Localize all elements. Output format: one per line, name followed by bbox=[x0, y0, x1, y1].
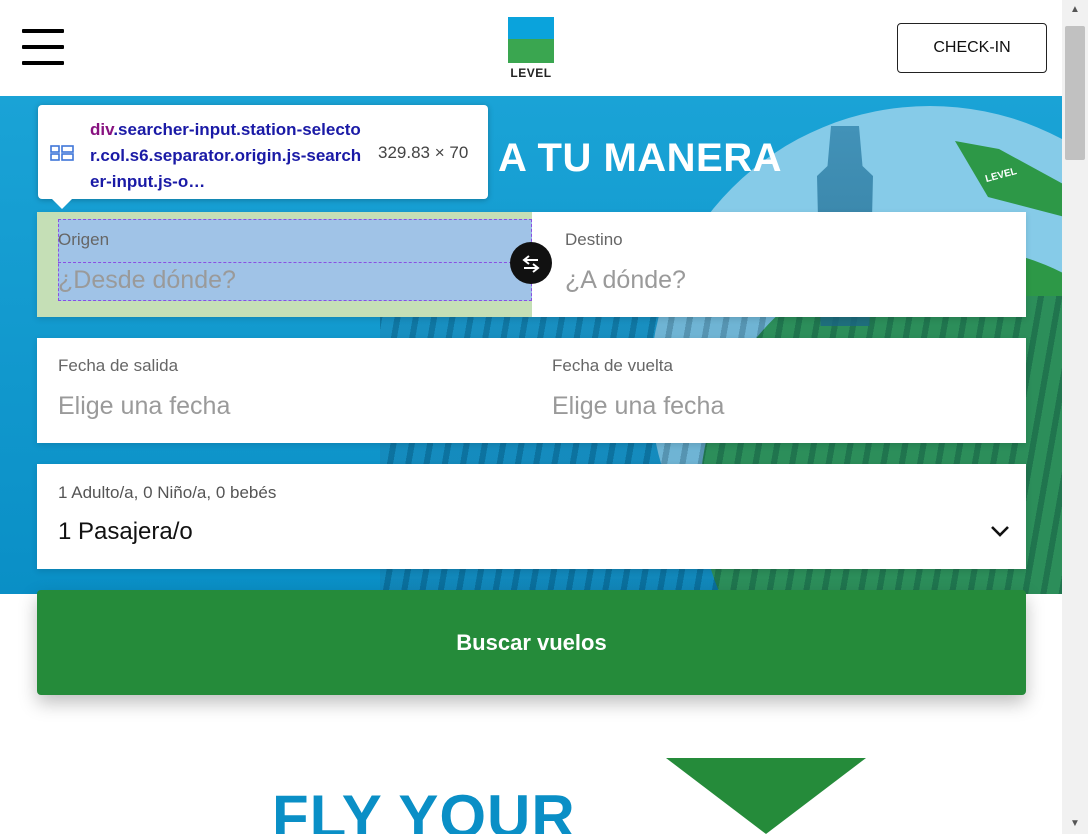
level-logo[interactable]: LEVEL bbox=[508, 17, 554, 80]
departure-date-input[interactable]: Elige una fecha bbox=[58, 392, 230, 421]
hero-title: A TU MANERA bbox=[498, 136, 782, 180]
chevron-down-icon[interactable] bbox=[989, 524, 1011, 538]
return-date-input[interactable]: Elige una fecha bbox=[552, 392, 724, 421]
promo-triangle-decoration bbox=[666, 758, 866, 834]
inspector-selector: div.searcher-input.station-selector.col.… bbox=[90, 117, 368, 195]
scroll-up-arrow-icon[interactable]: ▲ bbox=[1070, 4, 1080, 15]
origin-label: Origen bbox=[58, 230, 110, 249]
inspector-guide-line bbox=[58, 262, 532, 263]
swap-stations-button[interactable] bbox=[510, 242, 552, 284]
origin-input[interactable]: ¿Desde dónde? bbox=[58, 266, 236, 295]
scroll-down-arrow-icon[interactable]: ▼ bbox=[1070, 818, 1080, 829]
scrollbar-thumb[interactable] bbox=[1065, 26, 1085, 160]
inspector-classes: .searcher-input.station-selector.col.s6.… bbox=[90, 120, 362, 191]
page-scrollbar[interactable]: ▲ ▼ bbox=[1062, 0, 1088, 834]
checkin-button[interactable]: CHECK-IN bbox=[897, 23, 1047, 73]
hamburger-menu-icon[interactable] bbox=[22, 29, 64, 65]
inspector-size: 329.83 × 70 bbox=[378, 143, 469, 162]
swap-arrows-icon bbox=[522, 255, 540, 273]
promo-title: FLY YOUR bbox=[272, 783, 576, 834]
logo-text: LEVEL bbox=[510, 66, 552, 80]
grid-layout-icon bbox=[50, 145, 74, 161]
departure-label: Fecha de salida bbox=[58, 356, 179, 375]
dates-card: Fecha de salida Elige una fecha Fecha de… bbox=[37, 338, 1026, 443]
passengers-summary: 1 Adulto/a, 0 Niño/a, 0 bebés bbox=[58, 483, 277, 502]
passengers-selector[interactable]: 1 Adulto/a, 0 Niño/a, 0 bebés 1 Pasajera… bbox=[37, 464, 1026, 569]
search-flights-button[interactable]: Buscar vuelos bbox=[37, 590, 1026, 695]
return-label: Fecha de vuelta bbox=[552, 356, 673, 375]
origin-destination-card: Origen ¿Desde dónde? Destino ¿A dónde? bbox=[37, 212, 1026, 317]
inspector-tooltip: div.searcher-input.station-selector.col.… bbox=[38, 105, 488, 209]
promo-banner: FLY YOUR bbox=[16, 758, 1046, 834]
site-header: LEVEL CHECK-IN bbox=[0, 0, 1062, 96]
destination-input[interactable]: ¿A dónde? bbox=[565, 266, 686, 295]
passengers-value: 1 Pasajera/o bbox=[58, 518, 193, 545]
destination-label: Destino bbox=[565, 230, 623, 249]
inspector-tag: div bbox=[90, 120, 114, 139]
